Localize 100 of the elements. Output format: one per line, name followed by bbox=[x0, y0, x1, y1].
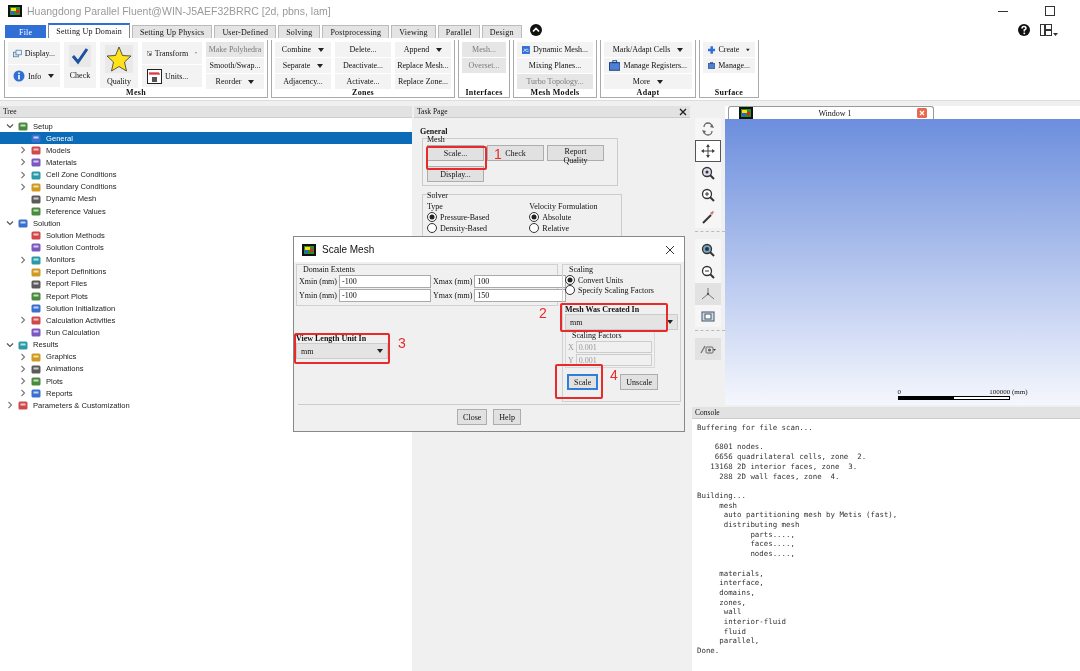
radio-button[interactable] bbox=[529, 212, 540, 222]
chevron-right-icon[interactable] bbox=[19, 389, 27, 398]
ribbon-button[interactable]: Dynamic Mesh... bbox=[517, 42, 593, 57]
chevron-down-icon[interactable] bbox=[6, 340, 14, 349]
group-title: Mesh Models bbox=[529, 88, 581, 97]
help-icon[interactable] bbox=[1018, 24, 1030, 36]
node-icon bbox=[31, 230, 41, 241]
radio-button[interactable] bbox=[565, 275, 575, 285]
chevron-right-icon[interactable] bbox=[19, 146, 27, 155]
caret-icon bbox=[667, 320, 673, 324]
chevron-right-icon[interactable] bbox=[19, 352, 27, 361]
node-icon bbox=[31, 181, 41, 192]
ribbon-tab[interactable]: User-Defined bbox=[214, 25, 277, 38]
dialog-button[interactable]: Close bbox=[457, 409, 488, 425]
ribbon-button[interactable]: Info bbox=[8, 65, 60, 87]
chevron-right-icon[interactable] bbox=[19, 316, 27, 325]
input-field[interactable]: 150 bbox=[474, 289, 567, 302]
ribbon-button[interactable]: Check bbox=[64, 42, 96, 88]
radio-button[interactable] bbox=[529, 223, 540, 233]
ribbon-tab[interactable]: Setting Up Physics bbox=[131, 25, 213, 38]
ribbon-button[interactable]: More bbox=[604, 74, 692, 89]
ribbon-tab[interactable]: Setting Up Domain bbox=[48, 23, 130, 38]
close-icon[interactable] bbox=[679, 107, 687, 116]
ribbon-button[interactable]: Replace Zone... bbox=[395, 74, 451, 89]
ribbon-button[interactable]: Quality bbox=[100, 42, 138, 88]
chevron-right-icon[interactable] bbox=[19, 182, 27, 191]
chevron-right-icon[interactable] bbox=[19, 170, 27, 179]
group-title: Interfaces bbox=[464, 88, 504, 97]
chevron-right-icon[interactable] bbox=[19, 255, 27, 264]
rotate-icon[interactable] bbox=[700, 121, 716, 137]
ribbon-button[interactable]: Manage... bbox=[703, 58, 755, 73]
dropdown[interactable]: mm bbox=[565, 314, 678, 330]
briefcase-icon bbox=[708, 60, 716, 71]
radio-button[interactable] bbox=[565, 285, 575, 295]
zoom-icon[interactable] bbox=[700, 165, 716, 181]
ribbon-tab[interactable]: Viewing bbox=[391, 25, 436, 38]
fit-icon[interactable] bbox=[700, 308, 716, 324]
ribbon-button[interactable]: Deactivate... bbox=[335, 58, 391, 73]
group-title: Scaling bbox=[568, 265, 594, 274]
ribbon-button[interactable]: Delete... bbox=[335, 42, 391, 57]
input-field[interactable]: -100 bbox=[339, 289, 431, 302]
ribbon-button[interactable]: Replace Mesh... bbox=[395, 58, 451, 73]
node-icon bbox=[18, 400, 28, 411]
ribbon-tab[interactable]: File bbox=[5, 25, 47, 38]
field-label: Type bbox=[427, 202, 444, 211]
window-tab[interactable]: Window 1 bbox=[728, 106, 934, 119]
ribbon-button[interactable]: Units... bbox=[142, 65, 202, 87]
ribbon-button[interactable]: Mark/Adapt Cells bbox=[604, 42, 692, 57]
chevron-down-icon[interactable] bbox=[6, 122, 14, 131]
ribbon-tab[interactable]: Postprocessing bbox=[322, 25, 390, 38]
close-icon[interactable] bbox=[665, 244, 675, 255]
dropdown[interactable]: mm bbox=[296, 343, 388, 359]
axes-icon[interactable] bbox=[700, 286, 716, 302]
ribbon-button[interactable]: Manage Registers... bbox=[604, 58, 692, 73]
ribbon-button[interactable]: Transform bbox=[142, 42, 202, 64]
node-icon bbox=[31, 376, 41, 386]
radio-label: Density-Based bbox=[440, 223, 488, 233]
ribbon-button[interactable]: Mixing Planes... bbox=[517, 58, 593, 73]
input-field[interactable]: 100 bbox=[474, 275, 567, 288]
ribbon-button[interactable]: Combine bbox=[275, 42, 331, 57]
zoom-out-icon[interactable] bbox=[700, 264, 716, 280]
node-icon bbox=[31, 315, 41, 326]
ribbon-button[interactable]: Reorder bbox=[206, 74, 264, 89]
chevron-right-icon[interactable] bbox=[19, 158, 27, 167]
dialog-button[interactable]: Unscale bbox=[620, 374, 659, 390]
chevron-right-icon[interactable] bbox=[6, 401, 14, 410]
ribbon-tab[interactable]: Parallel bbox=[437, 25, 480, 38]
window-icon bbox=[13, 47, 22, 59]
zoom-icon[interactable] bbox=[700, 242, 716, 258]
zoom-in-icon[interactable] bbox=[700, 187, 716, 203]
ribbon-button[interactable]: Adjacency... bbox=[275, 74, 331, 89]
group-title: Solver bbox=[427, 191, 449, 200]
layout-icon[interactable] bbox=[1040, 23, 1058, 37]
ribbon-button[interactable]: Separate bbox=[275, 58, 331, 73]
collapse-icon[interactable] bbox=[529, 24, 542, 36]
chevron-right-icon[interactable] bbox=[19, 377, 27, 385]
ribbon-button[interactable]: Create bbox=[703, 42, 755, 57]
ribbon-button[interactable]: Append bbox=[395, 42, 451, 57]
radio-button[interactable] bbox=[427, 212, 437, 222]
move-icon[interactable] bbox=[700, 143, 716, 159]
group-title: Zones bbox=[351, 88, 375, 97]
field-label: Ymax (mm) bbox=[433, 291, 473, 300]
ribbon-button[interactable]: Smooth/Swap... bbox=[206, 58, 264, 73]
ribbon-tab[interactable]: Design bbox=[481, 25, 522, 38]
node-icon bbox=[31, 157, 41, 168]
radio-label: Specify Scaling Factors bbox=[578, 285, 654, 295]
ribbon-button[interactable]: Activate... bbox=[335, 74, 391, 89]
node-icon bbox=[31, 254, 41, 265]
dropper-icon[interactable] bbox=[700, 209, 716, 225]
chevron-down-icon[interactable] bbox=[6, 219, 14, 228]
dialog-button[interactable]: Help bbox=[493, 409, 521, 425]
ribbon-button[interactable]: Display... bbox=[8, 42, 60, 64]
chevron-right-icon[interactable] bbox=[19, 364, 27, 373]
radio-button[interactable] bbox=[427, 223, 437, 233]
dialog-button[interactable]: Scale bbox=[567, 374, 599, 390]
window-title: Huangdong Parallel Fluent@WIN-J5AEF32BRRC [2d, pbns, lam] bbox=[27, 5, 331, 17]
radio-label: Absolute bbox=[542, 212, 572, 222]
maximize-icon[interactable] bbox=[1044, 5, 1056, 17]
input-field[interactable]: -100 bbox=[339, 275, 431, 288]
ribbon-tab[interactable]: Solving bbox=[278, 25, 321, 38]
